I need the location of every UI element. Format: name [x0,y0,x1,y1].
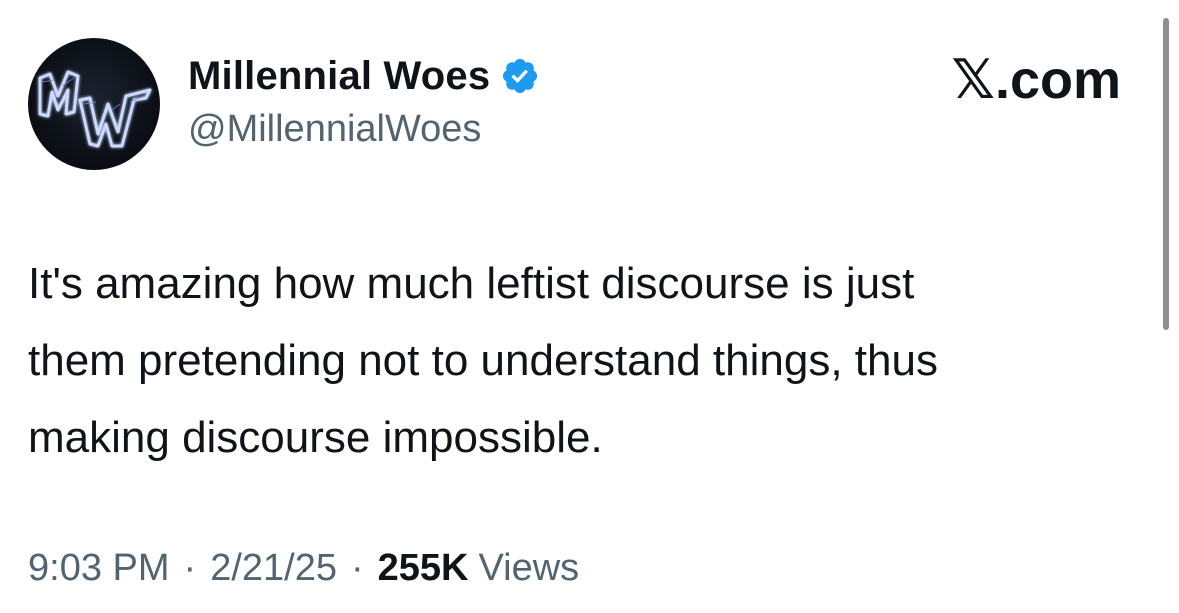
avatar-monogram-image [38,70,152,148]
tweet-text: It's amazing how much leftist discourse … [28,259,938,462]
scrollbar[interactable] [1163,18,1169,330]
author-block: Millennial Woes @MillennialWoes [188,52,540,154]
tweet-date[interactable]: 2/21/25 [210,547,337,589]
avatar[interactable] [28,38,160,170]
author-name-row: Millennial Woes [188,52,540,100]
author-handle[interactable]: @MillennialWoes [188,104,540,154]
views-count[interactable]: 255K [378,547,469,589]
tweet-time[interactable]: 9:03 PM [28,547,170,589]
views-label: Views [478,547,580,589]
verified-badge-icon [500,56,540,96]
meta-separator: · [350,547,364,589]
meta-separator: · [183,547,197,589]
author-display-name[interactable]: Millennial Woes [188,52,490,100]
x-com-logo: 𝕏.com [951,50,1121,110]
tweet-metadata: 9:03 PM · 2/21/25 · 255K Views [28,540,579,596]
